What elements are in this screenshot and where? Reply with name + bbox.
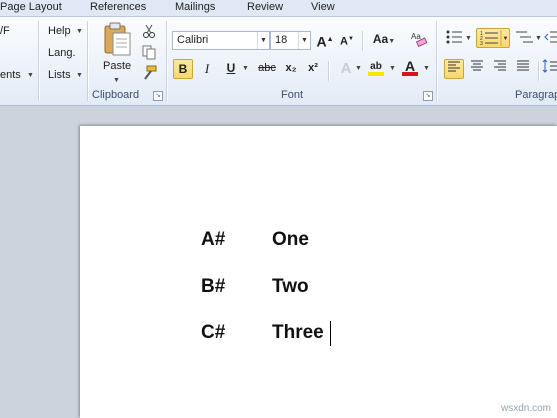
align-right-icon[interactable] [490, 59, 510, 79]
numbering-icon: 123▼ [480, 30, 509, 47]
change-case-button[interactable]: Aa▼ [370, 30, 398, 50]
font-launcher-icon[interactable]: ↘ [423, 91, 433, 101]
chevron-down-icon[interactable]: ▼ [389, 65, 396, 72]
left-fragment-ents[interactable]: ents [0, 69, 21, 81]
grow-font-button[interactable]: A▲ [315, 30, 335, 50]
svg-text:▼: ▼ [503, 36, 509, 42]
doc-cell-value[interactable]: Three [272, 322, 324, 344]
numbering-button[interactable]: 1 2 3 ▼ [476, 28, 510, 48]
chevron-down-icon[interactable]: ▼ [423, 65, 430, 72]
highlight-icon: ab [370, 61, 382, 72]
tab-references[interactable]: References [90, 0, 146, 14]
font-group-label: Font [281, 89, 304, 101]
paste-icon [104, 22, 131, 56]
format-painter-icon[interactable] [139, 65, 159, 85]
tab-view[interactable]: View [311, 0, 335, 14]
svg-text:3: 3 [480, 41, 483, 47]
copy-icon[interactable] [139, 44, 159, 64]
italic-button[interactable]: I [197, 59, 217, 79]
help-button[interactable]: Help [48, 25, 71, 37]
tab-mailings[interactable]: Mailings [175, 0, 215, 14]
multilevel-list-icon[interactable] [514, 29, 534, 49]
paste-button[interactable]: Paste [100, 22, 134, 76]
justify-icon[interactable] [513, 59, 533, 79]
cut-icon[interactable] [139, 23, 159, 43]
group-separator [166, 21, 167, 101]
superscript-button[interactable]: x² [303, 59, 323, 79]
paste-label: Paste [103, 60, 132, 72]
font-color-button[interactable]: A [400, 57, 420, 77]
font-size-value: 18 [275, 34, 288, 46]
chevron-down-icon[interactable]: ▼ [298, 32, 310, 49]
tab-review[interactable]: Review [247, 0, 283, 14]
subscript-button[interactable]: x₂ [281, 59, 301, 79]
shrink-font-icon: A [340, 35, 348, 48]
left-fragment-vf: /F [0, 25, 10, 37]
clipboard-launcher-icon[interactable]: ↘ [153, 91, 163, 101]
text-cursor [330, 321, 331, 346]
clear-formatting-icon[interactable]: Aa [409, 30, 429, 50]
chevron-down-icon[interactable]: ▼ [76, 72, 83, 79]
doc-cell-key[interactable]: A# [201, 229, 225, 251]
strikethrough-button[interactable]: abc [255, 59, 279, 79]
grow-font-icon: A [316, 33, 327, 50]
underline-button[interactable]: U [221, 59, 241, 79]
doc-cell-key[interactable]: C# [201, 322, 225, 344]
ribbon: /F ents ▼ Help ▼ Lang. Lists ▼ Paste ▼ C… [0, 17, 557, 106]
separator [328, 61, 329, 81]
doc-cell-key[interactable]: B# [201, 276, 225, 298]
decrease-indent-icon[interactable] [544, 29, 557, 49]
tab-page-layout[interactable]: Page Layout [0, 0, 62, 14]
doc-cell-value[interactable]: Two [272, 276, 309, 298]
chevron-down-icon[interactable]: ▼ [242, 65, 249, 72]
highlight-button[interactable]: ab [366, 57, 386, 77]
change-case-icon: Aa [372, 32, 389, 46]
chevron-down-icon[interactable]: ▼ [113, 77, 120, 84]
svg-text:Aa: Aa [411, 32, 421, 41]
ribbon-tabs: Page Layout References Mailings Review V… [0, 0, 557, 17]
document-page[interactable] [80, 126, 557, 418]
group-separator [87, 21, 88, 101]
separator [362, 31, 363, 51]
shrink-font-button[interactable]: A▼ [337, 30, 357, 50]
paragraph-group-label: Paragrap [515, 89, 557, 101]
font-family-select[interactable]: Calibri ▼ [172, 31, 270, 50]
bullets-icon[interactable] [444, 29, 464, 49]
clipboard-group-label: Clipboard [92, 89, 140, 101]
lists-button[interactable]: Lists [48, 69, 71, 81]
font-size-select[interactable]: 18 ▼ [270, 31, 311, 50]
chevron-down-icon[interactable]: ▼ [257, 32, 269, 49]
group-separator [436, 21, 437, 101]
doc-cell-value[interactable]: One [272, 229, 309, 251]
highlight-color-swatch [368, 72, 384, 76]
chevron-down-icon[interactable]: ▼ [76, 28, 83, 35]
align-left-button[interactable] [444, 59, 464, 79]
chevron-down-icon[interactable]: ▼ [535, 35, 542, 42]
group-separator [38, 21, 39, 101]
text-effects-button[interactable]: A [336, 59, 356, 79]
chevron-down-icon[interactable]: ▼ [27, 72, 34, 79]
line-spacing-icon[interactable] [542, 59, 557, 79]
watermark: wsxdn.com [500, 403, 551, 414]
align-left-icon [448, 61, 460, 72]
align-center-icon[interactable] [467, 59, 487, 79]
chevron-down-icon[interactable]: ▼ [355, 65, 362, 72]
font-color-swatch [402, 72, 418, 76]
bold-button[interactable]: B [173, 59, 193, 79]
separator [538, 61, 539, 81]
lang-button[interactable]: Lang. [48, 47, 76, 59]
font-family-value: Calibri [177, 34, 209, 46]
chevron-down-icon[interactable]: ▼ [465, 35, 472, 42]
